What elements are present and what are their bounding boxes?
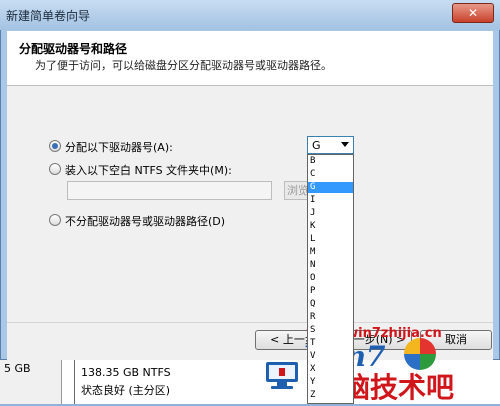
drive-option-j[interactable]: J — [308, 208, 353, 219]
drive-option-q[interactable]: Q — [308, 299, 353, 310]
disk-label-cell[interactable]: 5 GB — [0, 360, 62, 404]
drive-letter-select[interactable]: G — [307, 136, 354, 154]
page-title: 分配驱动器号和路径 — [19, 42, 128, 56]
partition-status: 状态良好 (主分区) — [81, 384, 171, 397]
close-button[interactable]: ✕ — [452, 3, 494, 23]
no-assign-label[interactable]: 不分配驱动器号或驱动器路径(D) — [65, 213, 225, 229]
drive-option-k[interactable]: K — [308, 221, 353, 232]
drive-option-g[interactable]: G — [308, 182, 353, 193]
drive-letter-dropdown[interactable]: BCGIJKLMNOPQRSTVXYZ — [307, 154, 354, 404]
mount-folder-radio[interactable] — [49, 163, 61, 175]
browse-button[interactable]: 浏览( — [284, 181, 308, 200]
wizard-header: 分配驱动器号和路径 为了便于访问，可以给磁盘分区分配驱动器号或驱动器路径。 — [7, 31, 493, 86]
drive-option-y[interactable]: Y — [308, 377, 353, 388]
drive-option-p[interactable]: P — [308, 286, 353, 297]
drive-option-r[interactable]: R — [308, 312, 353, 323]
mount-folder-label[interactable]: 装入以下空白 NTFS 文件夹中(M): — [65, 162, 232, 178]
window-title: 新建简单卷向导 — [6, 9, 91, 23]
folder-path-input[interactable] — [67, 181, 272, 200]
drive-option-t[interactable]: T — [308, 338, 353, 349]
no-assign-radio[interactable] — [49, 214, 61, 226]
page-subtitle: 为了便于访问，可以给磁盘分区分配驱动器号或驱动器路径。 — [35, 59, 332, 72]
drive-option-x[interactable]: X — [308, 364, 353, 375]
drive-option-i[interactable]: I — [308, 195, 353, 206]
assign-letter-label[interactable]: 分配以下驱动器号(A): — [65, 139, 173, 155]
drive-option-v[interactable]: V — [308, 351, 353, 362]
drive-letter-value: G — [312, 139, 321, 152]
drive-option-z[interactable]: Z — [308, 390, 353, 401]
drive-option-c[interactable]: C — [308, 169, 353, 180]
drive-option-b[interactable]: B — [308, 156, 353, 167]
computer-icon — [266, 362, 298, 389]
partition-size: 138.35 GB NTFS — [81, 366, 171, 379]
chevron-down-icon[interactable] — [341, 142, 349, 147]
drive-option-l[interactable]: L — [308, 234, 353, 245]
partition-cell[interactable]: 138.35 GB NTFS 状态良好 (主分区) — [74, 360, 260, 404]
assign-letter-radio[interactable] — [49, 140, 61, 152]
disk-size: 5 GB — [4, 362, 31, 375]
drive-option-s[interactable]: S — [308, 325, 353, 336]
drive-option-o[interactable]: O — [308, 273, 353, 284]
wizard-content — [7, 86, 493, 322]
drive-option-m[interactable]: M — [308, 247, 353, 258]
drive-option-n[interactable]: N — [308, 260, 353, 271]
title-bar[interactable]: 新建简单卷向导 ✕ — [0, 0, 500, 30]
